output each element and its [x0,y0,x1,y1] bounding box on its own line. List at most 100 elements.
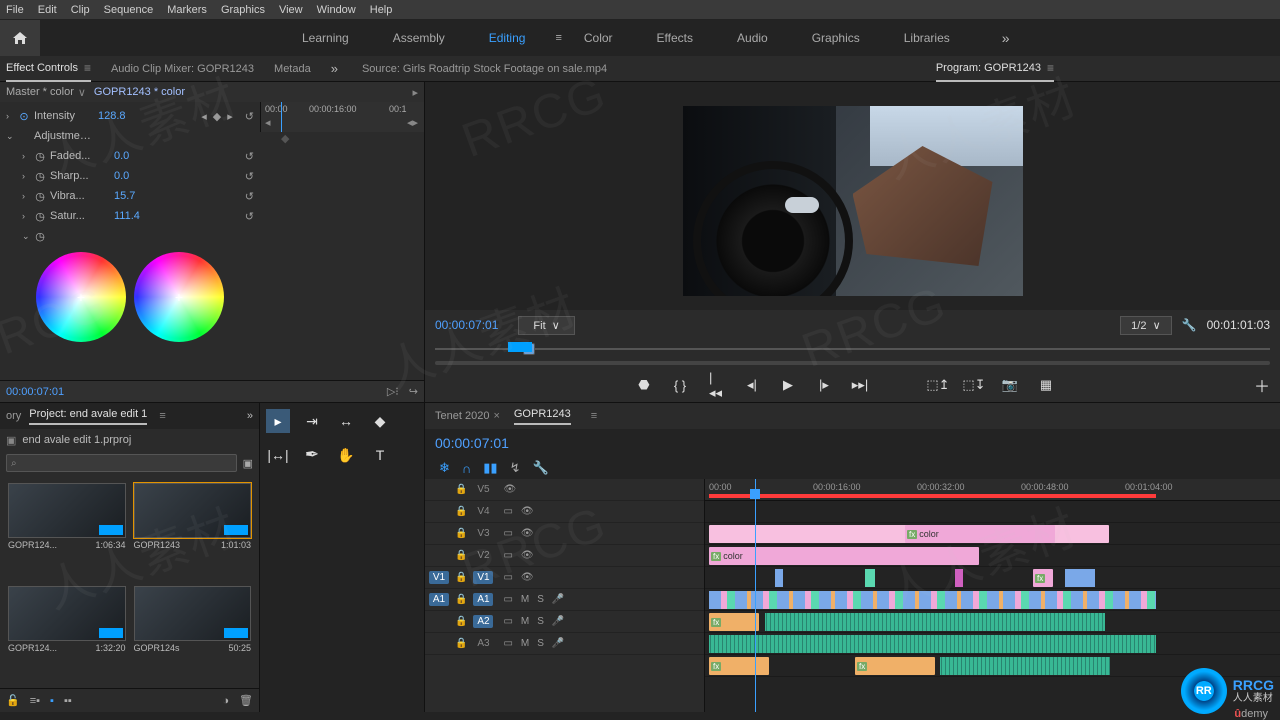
menu-help[interactable]: Help [370,4,393,16]
loop-icon[interactable]: ↪ [409,385,418,398]
clip-color[interactable]: fxcolor [905,525,1055,543]
expand-icon[interactable]: › [6,111,16,121]
trash-icon[interactable]: 🗑 [239,694,253,707]
solo-icon[interactable]: S [537,594,544,605]
play-icon[interactable]: ▶ [781,378,795,392]
ws-effects[interactable]: Effects [657,31,693,45]
icon-view-icon[interactable]: ▪ [50,695,54,707]
seq-tab-gopr[interactable]: GOPR1243 [514,408,571,425]
seq-tab-tenet[interactable]: Tenet 2020 [435,410,489,422]
ec-faded-value[interactable]: 0.0 [114,150,129,162]
history-tab[interactable]: ory [6,410,21,422]
ws-editing[interactable]: Editing [489,31,526,45]
ec-satur-value[interactable]: 111.4 [114,210,140,222]
project-clip[interactable]: GOPR124...1:06:34 [8,483,126,578]
ws-assembly[interactable]: Assembly [393,31,445,45]
snap-icon[interactable]: ❄ [439,460,450,476]
tab-audio-clip-mixer[interactable]: Audio Clip Mixer: GOPR1243 [111,56,254,82]
ws-editing-menu-icon[interactable]: ≡ [555,32,561,44]
timeline-ruler[interactable]: 00:00 00:00:16:00 00:00:32:00 00:00:48:0… [705,479,1280,501]
close-tab-icon[interactable]: × [493,410,499,422]
program-fit-select[interactable]: Fit ∨ [518,316,574,335]
new-item-icon[interactable]: ◑ [222,695,229,707]
insert-icon[interactable]: ↯ [510,460,521,476]
project-clip[interactable]: GOPR124...1:32:20 [8,586,126,681]
add-kf-icon[interactable]: ◆ [213,110,221,123]
stopwatch-icon[interactable]: ◷ [34,150,46,162]
project-search-input[interactable]: ⌕ [6,454,237,472]
src-a1[interactable]: A1 [429,593,449,606]
color-wheel-left[interactable] [36,252,126,342]
menu-window[interactable]: Window [317,4,356,16]
go-out-icon[interactable]: ▸▸| [853,378,867,392]
src-v1[interactable]: V1 [429,571,449,584]
ec-master[interactable]: Master * color [6,86,74,98]
mark-out-icon[interactable]: { } [673,378,687,392]
settings-icon[interactable]: 🔧 [532,460,548,476]
write-lock-icon[interactable]: 🔓 [6,694,20,707]
camera-icon[interactable]: 📷 [1003,378,1017,392]
project-clip[interactable]: GOPR12431:01:03 [134,483,252,578]
freeform-view-icon[interactable]: ▪▪ [64,695,72,707]
list-view-icon[interactable]: ≡▪ [30,695,40,707]
new-bin-icon[interactable]: ▣ [243,457,253,470]
menu-edit[interactable]: Edit [38,4,57,16]
reset-icon[interactable]: ↺ [245,110,254,123]
mark-in-icon[interactable]: ⬣ [637,378,651,392]
home-button[interactable] [0,20,40,56]
ec-sharp-value[interactable]: 0.0 [114,170,129,182]
menu-clip[interactable]: Clip [71,4,90,16]
ec-mini-timeline[interactable]: 00:00 00:00:16:00 00:1 ◂ ◆ ◂▸ [260,102,424,132]
program-preview[interactable] [683,106,1023,296]
program-scrubber[interactable] [425,340,1280,358]
audio-clip[interactable]: fx [709,613,759,631]
slip-tool-icon[interactable]: |↔| [266,443,290,467]
lift-icon[interactable]: ⬚↥ [931,378,945,392]
tab-metadata[interactable]: Metada [274,56,311,82]
color-wheel-right[interactable] [134,252,224,342]
play-only-icon[interactable]: ▷⁝ [387,385,399,398]
link-icon[interactable]: ∩ [462,461,471,476]
lock-icon[interactable]: 🔒 [455,484,467,495]
mute-icon[interactable]: M [521,594,529,605]
step-fwd-icon[interactable]: |▸ [817,378,831,392]
selection-tool-icon[interactable]: ▸ [266,409,290,433]
eye-icon[interactable]: 👁 [503,484,516,495]
project-clip[interactable]: GOPR124s50:25 [134,586,252,681]
ws-audio[interactable]: Audio [737,31,768,45]
tab-source[interactable]: Source: Girls Roadtrip Stock Footage on … [362,56,607,82]
reset-icon[interactable]: ↺ [245,150,254,163]
ws-learning[interactable]: Learning [302,31,349,45]
playhead-icon[interactable] [750,489,760,499]
hand-tool-icon[interactable]: ✋ [334,443,358,467]
extract-icon[interactable]: ⬚↧ [967,378,981,392]
ec-intensity-value[interactable]: 128.8 [98,110,126,122]
tab-effect-controls[interactable]: Effect Controls≡ [6,56,91,82]
menu-sequence[interactable]: Sequence [104,4,154,16]
ws-more-icon[interactable]: » [1002,30,1010,46]
next-kf-icon[interactable]: ▸ [227,110,233,123]
ripple-tool-icon[interactable]: ↔ [334,409,358,433]
marker-icon[interactable]: ▮▮ [483,460,497,476]
ec-vibra-value[interactable]: 15.7 [114,190,135,202]
compare-icon[interactable]: ▦ [1039,378,1053,392]
clip-color[interactable]: fxcolor [709,547,979,565]
program-zoombar[interactable] [425,358,1280,368]
project-tab[interactable]: Project: end avale edit 1 [29,408,147,425]
panel-menu-icon[interactable]: ≡ [84,61,91,75]
step-back-icon[interactable]: ◂| [745,378,759,392]
ec-clip[interactable]: GOPR1243 * color [94,86,185,98]
program-zoom-select[interactable]: 1/2 ∨ [1120,316,1171,335]
menu-graphics[interactable]: Graphics [221,4,265,16]
button-editor-icon[interactable]: ＋ [1254,373,1270,397]
type-tool-icon[interactable]: T [368,443,392,467]
pen-tool-icon[interactable]: ✒ [300,443,324,467]
razor-tool-icon[interactable]: ◆ [368,409,392,433]
menu-file[interactable]: File [6,4,24,16]
wrench-icon[interactable]: 🔧 [1182,318,1197,332]
ws-libraries[interactable]: Libraries [904,31,950,45]
mic-icon[interactable]: 🎤 [552,594,564,605]
tab-program[interactable]: Program: GOPR1243≡ [936,56,1054,82]
menu-view[interactable]: View [279,4,303,16]
fx-toggle-icon[interactable]: ⊙ [18,110,30,122]
